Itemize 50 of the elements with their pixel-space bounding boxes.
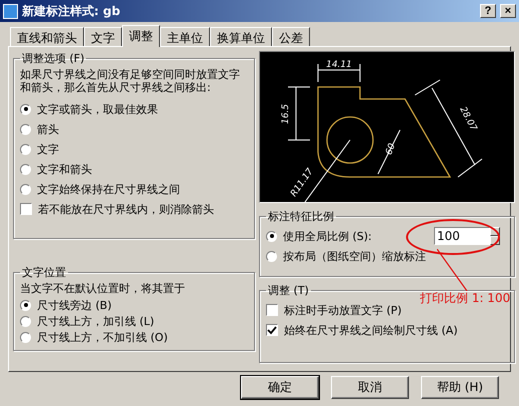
checkbox[interactable]	[266, 324, 278, 336]
group-title: 文字位置	[21, 265, 67, 280]
tab[interactable]: 主单位	[160, 27, 210, 46]
dialog-button[interactable]: 帮助 (H)	[421, 376, 499, 399]
dimension-text: 16.5	[281, 104, 291, 124]
checkbox-label: 始终在尺寸界线之间绘制尺寸线 (A)	[284, 322, 458, 338]
help-button[interactable]: ?	[480, 4, 496, 18]
radio-label: 使用全局比例 (S):	[283, 228, 372, 244]
radio-label: 文字和箭头	[37, 162, 92, 176]
checkbox[interactable]	[20, 203, 32, 215]
spin-buttons[interactable]	[490, 227, 500, 245]
radio-label: 文字始终保持在尺寸界线之间	[37, 182, 180, 196]
radio-button[interactable]	[20, 104, 31, 114]
radio-button[interactable]	[20, 332, 31, 342]
radio-button[interactable]	[20, 164, 31, 174]
radio-button[interactable]	[20, 144, 31, 154]
radio-label: 尺寸线旁边 (B)	[37, 298, 112, 312]
window-title: 新建标注样式: gb	[22, 2, 122, 20]
description-text: 如果尺寸界线之间没有足够空间同时放置文字和箭头，那么首先从尺寸界线之间移出:	[20, 68, 241, 94]
checkbox[interactable]	[266, 304, 278, 316]
description-text: 当文字不在默认位置时，将其置于	[20, 282, 186, 295]
checkbox-label: 标注时手动放置文字 (P)	[284, 302, 402, 318]
dialog-button[interactable]: 取消	[331, 376, 409, 399]
radio-label: 文字	[37, 142, 59, 156]
group-title: 标注特征比例	[267, 209, 335, 224]
tab[interactable]: 公差	[272, 27, 310, 46]
dimension-text: 14.11	[326, 60, 352, 70]
group-title: 调整 (T)	[267, 283, 310, 298]
radio-button[interactable]	[266, 230, 277, 242]
tab[interactable]: 文字	[84, 27, 122, 46]
checkbox-label: 若不能放在尺寸界线内，则消除箭头	[38, 202, 214, 216]
radio-label: 按布局（图纸空间）缩放标注	[283, 248, 426, 264]
radio-button[interactable]	[20, 300, 31, 310]
scale-input[interactable]: 100	[434, 227, 490, 245]
tab[interactable]: 直线和箭头	[10, 27, 84, 46]
radio-label: 文字或箭头，取最佳效果	[37, 102, 158, 116]
close-button[interactable]: ×	[500, 4, 516, 18]
radio-label: 尺寸线上方，加引线 (L)	[37, 314, 154, 328]
radio-button[interactable]	[266, 250, 277, 262]
radio-label: 箭头	[37, 122, 59, 136]
radio-button[interactable]	[20, 184, 31, 194]
tab[interactable]: 换算单位	[210, 27, 272, 46]
annotation-text: 打印比例 1: 100	[420, 290, 510, 307]
tab[interactable]: 调整	[122, 25, 160, 47]
dialog-button[interactable]: 确定	[241, 376, 319, 399]
group-title: 调整选项 (F)	[21, 51, 86, 66]
radio-button[interactable]	[20, 124, 31, 134]
radio-button[interactable]	[20, 316, 31, 326]
radio-label: 尺寸线上方，不加引线 (O)	[37, 330, 168, 344]
app-icon	[3, 4, 18, 18]
